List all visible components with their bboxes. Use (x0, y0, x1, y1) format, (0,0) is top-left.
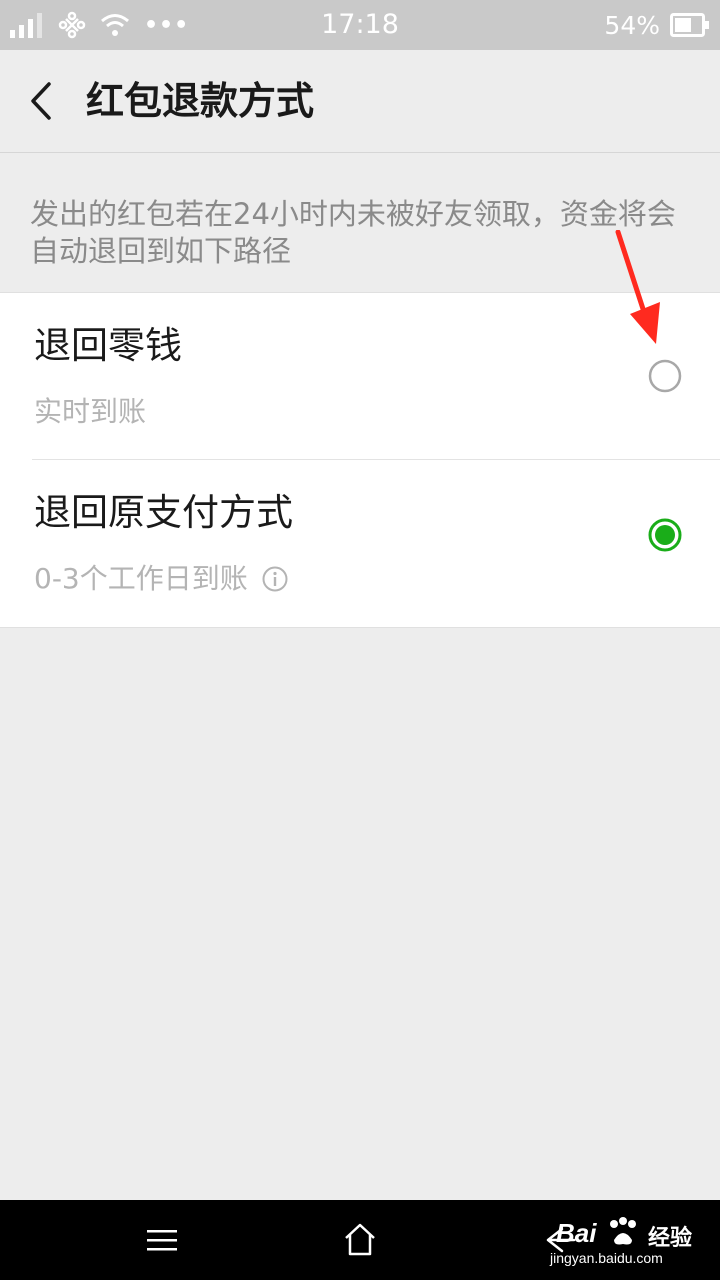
watermark-suffix: 经验 (648, 1226, 693, 1251)
paw-logo-icon (610, 1217, 636, 1245)
status-icons-right: 54% (604, 10, 710, 40)
baidu-jingyan-watermark: Bai 经验 jingyan.baidu.com (548, 1212, 720, 1278)
page-title: 红包退款方式 (86, 79, 315, 123)
back-button[interactable] (20, 76, 70, 126)
watermark-url: jingyan.baidu.com (550, 1250, 663, 1266)
home-icon[interactable] (340, 1220, 380, 1260)
option-subtitle: 实时到账 (34, 394, 146, 430)
refund-description: 发出的红包若在24小时内未被好友领取，资金将会自动退回到如下路径 (30, 197, 676, 268)
option-title: 退回零钱 (34, 324, 182, 367)
radio-unselected-icon[interactable] (648, 359, 682, 393)
chevron-left-icon (31, 82, 51, 120)
battery-percentage: 54% (604, 10, 660, 40)
option-subtitle: 0-3个工作日到账 (34, 561, 288, 597)
option-subtitle-text: 实时到账 (34, 395, 147, 428)
radio-selected-icon[interactable] (648, 518, 682, 552)
menu-icon[interactable] (142, 1220, 182, 1260)
info-icon[interactable] (262, 566, 288, 592)
annotation-arrow-icon (615, 230, 660, 344)
status-bar: ••• 17:18 54% (0, 0, 720, 50)
option-title: 退回原支付方式 (34, 491, 293, 534)
option-subtitle-text: 0-3个工作日到账 (34, 562, 248, 595)
watermark-brand: Bai (556, 1218, 597, 1248)
page-header: 红包退款方式 (0, 50, 720, 153)
battery-icon (670, 13, 709, 37)
option-refund-to-original-payment[interactable]: 退回原支付方式 0-3个工作日到账 (0, 460, 720, 626)
